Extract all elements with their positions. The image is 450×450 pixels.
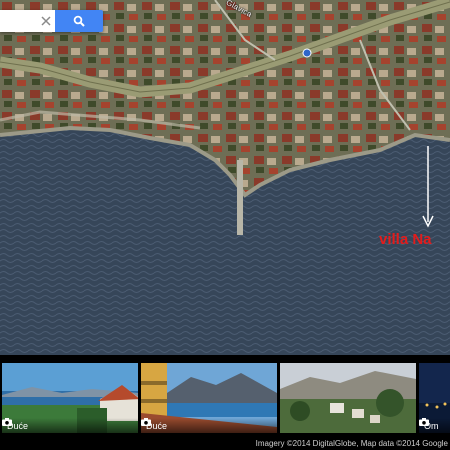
photo-thumbnail[interactable]: Duće [141,363,277,433]
search-button[interactable] [55,10,103,32]
photo-thumbnail[interactable]: Om [419,363,450,433]
photo-caption: Om [419,418,450,433]
search-input[interactable] [0,10,37,32]
villa-marker-label: villa Na [379,231,432,248]
camera-icon [2,418,12,426]
photo-caption: Duće [141,418,277,433]
map-attribution: Imagery ©2014 DigitalGlobe, Map data ©20… [255,439,448,448]
camera-icon [419,418,429,426]
close-icon [41,16,51,26]
camera-icon [141,418,151,426]
satellite-map[interactable] [0,0,450,355]
photo-strip: Duće Duće Om Imagery ©2014 DigitalGlobe,… [0,355,450,450]
photo-thumbnail[interactable] [280,363,416,433]
photo-caption: Duće [2,418,138,433]
location-arrow-icon [422,146,434,228]
clear-search-button[interactable] [37,10,55,32]
search-icon [73,15,85,27]
search-box [0,10,103,32]
photo-thumbnail[interactable]: Duće [2,363,138,433]
